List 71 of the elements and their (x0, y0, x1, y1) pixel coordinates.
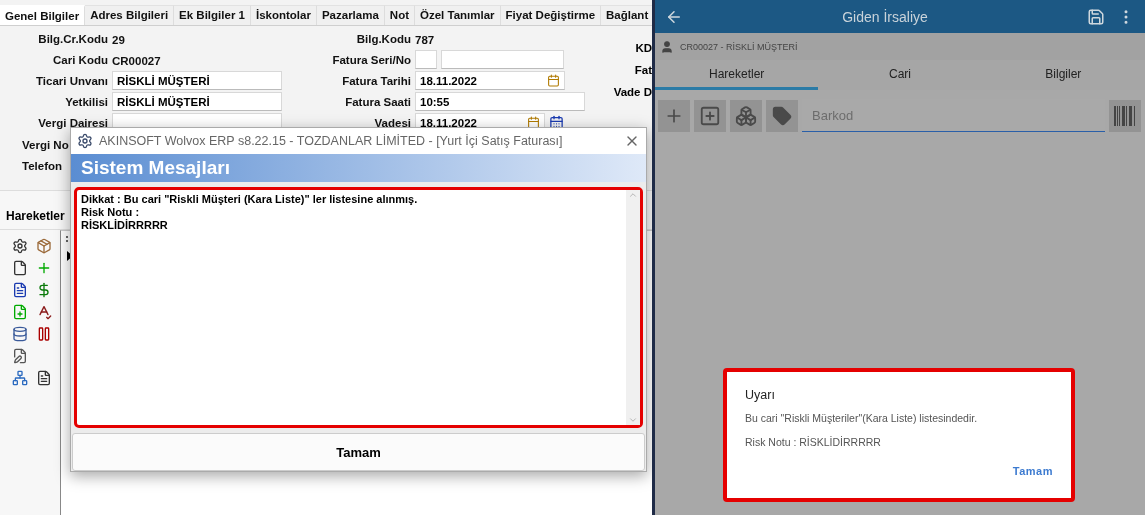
field-value: CR00027 (112, 54, 161, 67)
dialog-header: Sistem Mesajları (71, 153, 646, 182)
field-label: Bilg.Kodu (355, 32, 411, 45)
plus-icon[interactable] (36, 260, 52, 276)
number-field[interactable] (441, 50, 564, 69)
add-button[interactable] (658, 99, 690, 132)
text-field[interactable]: RİSKLİ MÜŞTERİ (112, 92, 282, 111)
dollar-icon[interactable] (36, 282, 52, 298)
screen-title: Giden İrsaliye (841, 8, 929, 25)
document-plus-icon[interactable] (12, 304, 28, 320)
series-field[interactable] (415, 50, 437, 69)
app-icon (77, 132, 93, 149)
tag-button[interactable] (766, 99, 798, 132)
section-label: Hareketler (6, 209, 65, 223)
gear-icon[interactable] (12, 238, 28, 254)
field-label: KD (634, 42, 652, 56)
field-label: Fatura Tarihi (341, 74, 411, 87)
tab[interactable]: Not (384, 5, 415, 25)
text-field[interactable]: 10:55 (415, 92, 585, 111)
tag-icon[interactable] (772, 105, 792, 126)
tab[interactable]: Fiyat Değiştirme (500, 5, 602, 25)
document-lines-icon[interactable] (12, 282, 28, 298)
field-label: Cari Kodu (52, 53, 108, 66)
database-icon[interactable] (12, 326, 28, 342)
window-title: AKINSOFT Wolvox ERP s8.22.15 - TOZDANLAR LİMİTED - [Yurt İçi Satış Faturası] (99, 133, 564, 148)
message-line: RİSKLİDİRRRRR (81, 218, 169, 232)
ok-button[interactable]: Tamam (1006, 464, 1059, 478)
risk-note: Risk Notu : RİSKLİDİRRRRR (745, 436, 882, 448)
tab[interactable]: Bilgiler (981, 60, 1145, 90)
date-field[interactable]: 18.11.2022 (415, 71, 565, 90)
person-icon (660, 39, 674, 54)
field-label: Vergi No (22, 138, 69, 151)
tab[interactable]: Ek Bilgiler 1 (174, 5, 251, 25)
save-icon[interactable] (1087, 7, 1105, 26)
field-label: Fatura Seri/No (331, 53, 411, 66)
tab[interactable]: Özel Tanımlar (415, 5, 501, 25)
field-value: 29 (112, 33, 125, 46)
customer-label: CR00027 - RİSKLİ MÜŞTERİ (680, 41, 798, 52)
field-label: Fat (633, 64, 652, 78)
pause-icon[interactable] (36, 326, 52, 342)
text-field[interactable]: RİSKLİ MÜŞTERİ (112, 71, 282, 90)
field-label: Telefon (22, 159, 63, 172)
field-value: 787 (415, 33, 435, 46)
tab[interactable]: Cari (818, 60, 982, 90)
message-line: Dikkat : Bu cari "Riskli Müşteri (Kara Liste)" ler listesine alınmış. (81, 192, 419, 206)
tab[interactable]: İskontolar (250, 5, 317, 25)
barcode-icon[interactable] (1114, 105, 1136, 126)
scrollbar[interactable] (626, 189, 640, 426)
dialog-title: Uyarı (745, 388, 776, 402)
message-line: Risk Notu : (81, 205, 141, 219)
barcode-button[interactable] (1109, 99, 1141, 132)
spellcheck-icon[interactable] (36, 304, 52, 320)
tab[interactable]: Hareketler (655, 60, 819, 90)
tab[interactable]: Genel Bilgiler (0, 5, 86, 25)
field-label: Vergi Dairesi (37, 116, 108, 129)
box-icon[interactable] (36, 238, 52, 254)
field-label: Ticari Unvanı (35, 74, 108, 87)
field-label: Vadesi (373, 116, 411, 129)
document-icon[interactable] (12, 260, 28, 276)
document-pen-icon[interactable] (12, 348, 28, 364)
field-label: Bilg.Cr.Kodu (37, 32, 108, 45)
ok-button[interactable]: Tamam (72, 433, 645, 471)
field-label: Vade D (613, 86, 652, 100)
network-icon[interactable] (12, 370, 28, 386)
document-icon[interactable] (36, 370, 52, 386)
field-label: Fatura Saati (344, 95, 411, 108)
tab[interactable]: Pazarlama (316, 5, 385, 25)
dialog-message: Bu cari "Riskli Müşteriler"(Kara Liste) listesindedir. (745, 412, 979, 424)
tab[interactable]: Adres Bilgileri (85, 5, 175, 25)
field-label: Yetkilisi (64, 95, 108, 108)
calendar-icon[interactable] (549, 115, 564, 130)
